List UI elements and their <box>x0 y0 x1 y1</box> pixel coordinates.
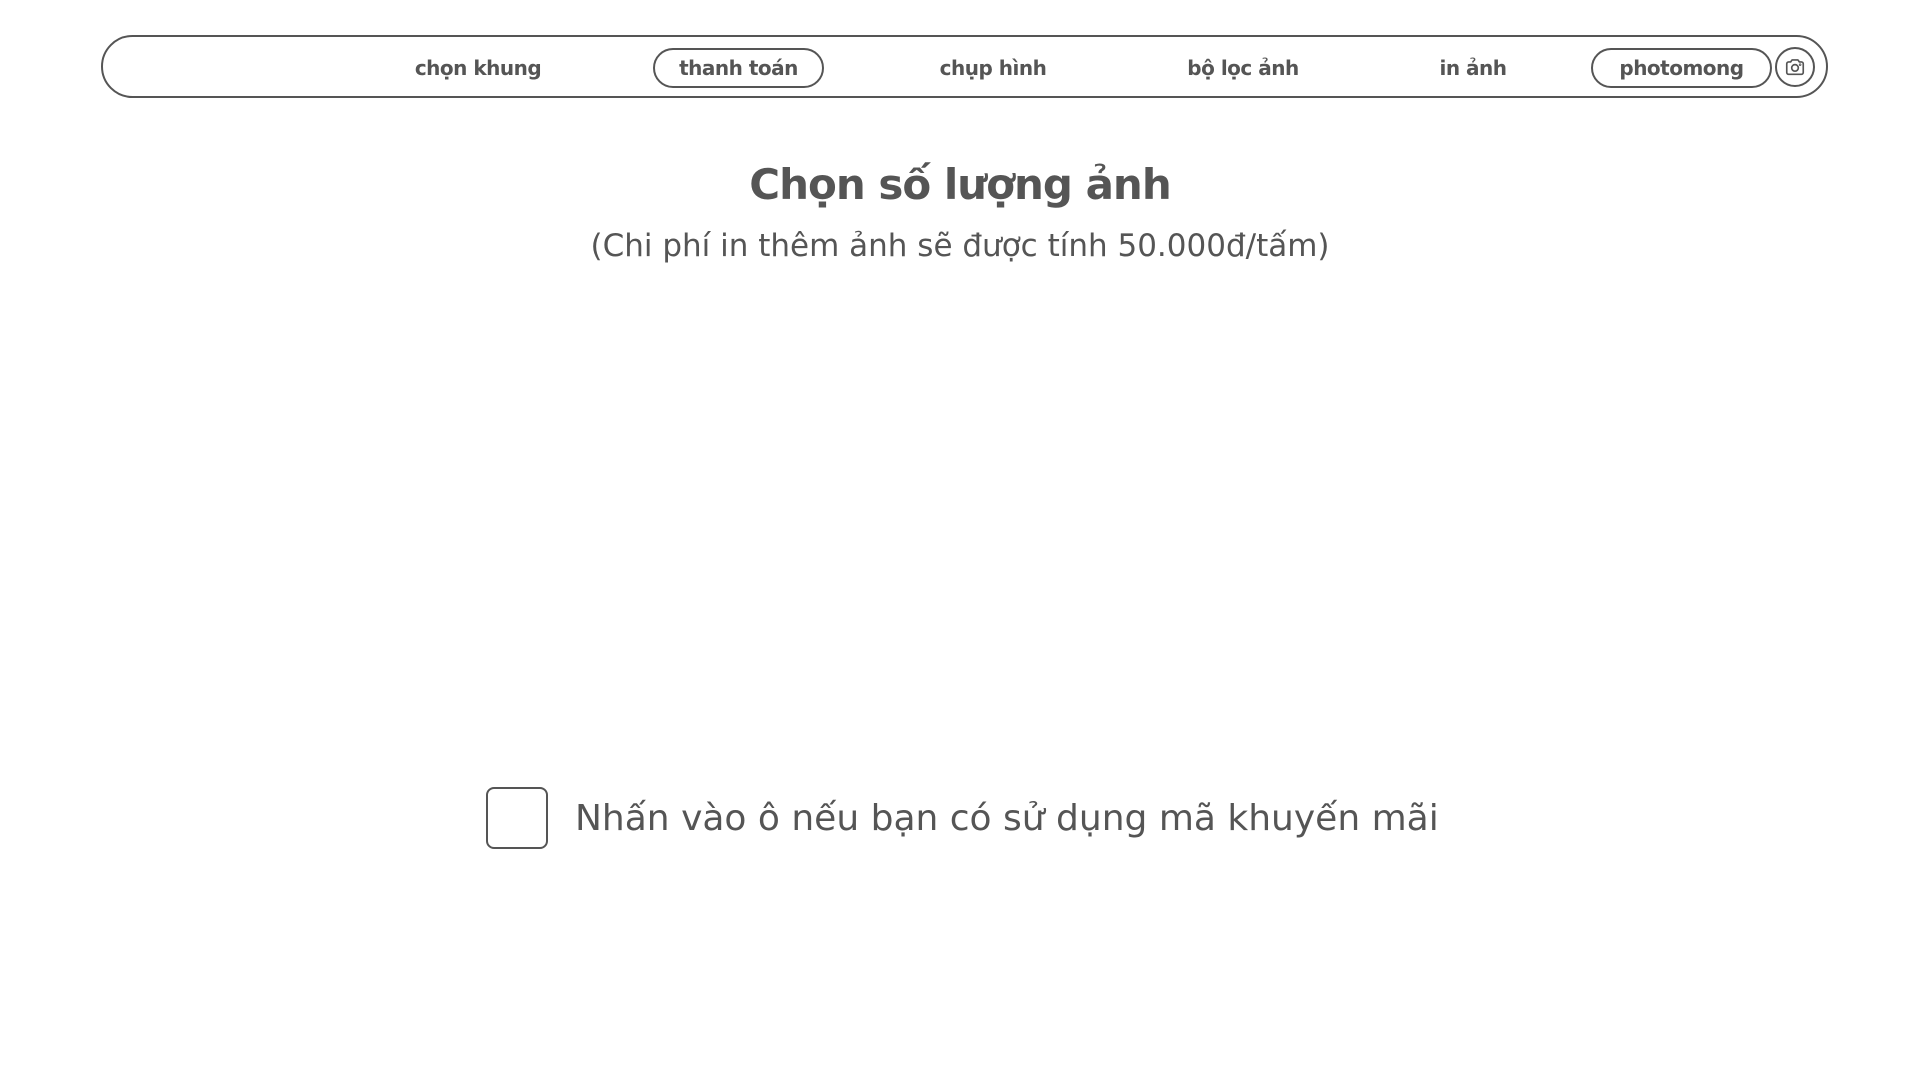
nav-item-chup-hinh[interactable]: chụp hình <box>913 48 1073 88</box>
nav-item-photomong[interactable]: photomong <box>1591 48 1772 88</box>
page-subtitle: (Chi phí in thêm ảnh sẽ được tính 50.000… <box>590 228 1330 264</box>
nav-item-in-anh[interactable]: in ảnh <box>1403 48 1543 88</box>
promo-code-checkbox[interactable] <box>486 787 548 849</box>
camera-icon <box>1785 59 1805 76</box>
camera-button[interactable] <box>1775 47 1815 87</box>
page-title: Chọn số lượng ảnh <box>749 160 1171 209</box>
nav-item-chon-khung[interactable]: chọn khung <box>393 48 563 88</box>
nav-item-bo-loc-anh[interactable]: bộ lọc ảnh <box>1153 48 1333 88</box>
promo-code-row: Nhấn vào ô nếu bạn có sử dụng mã khuyến … <box>486 787 1439 849</box>
nav-item-thanh-toan[interactable]: thanh toán <box>653 48 824 88</box>
promo-code-label: Nhấn vào ô nếu bạn có sử dụng mã khuyến … <box>575 797 1439 839</box>
top-navigation-bar: chọn khung thanh toán chụp hình bộ lọc ả… <box>101 35 1828 98</box>
